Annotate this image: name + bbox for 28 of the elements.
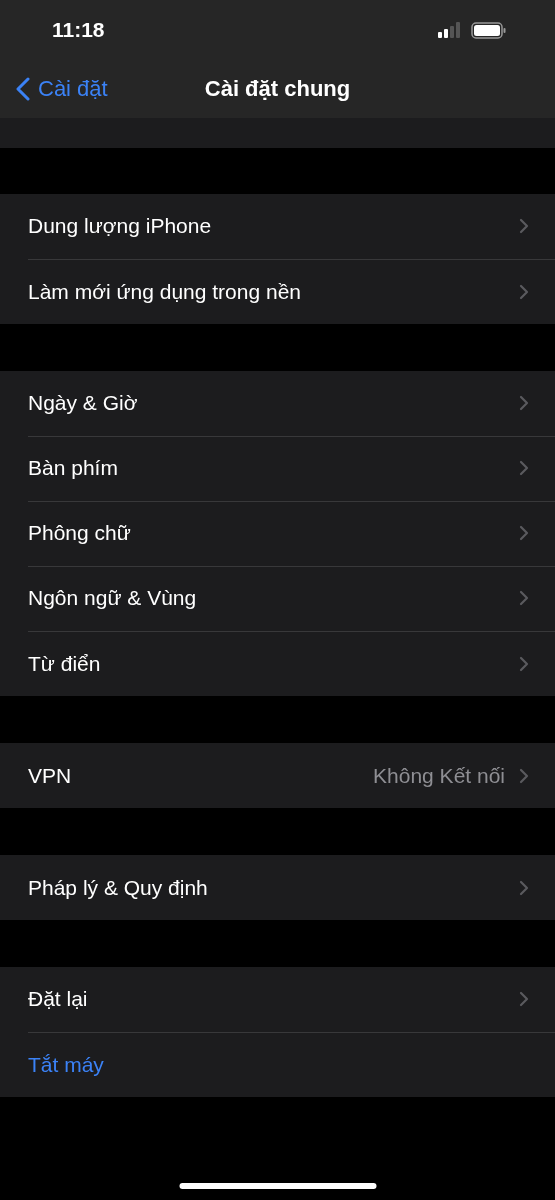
chevron-icon [519, 218, 529, 234]
chevron-icon [519, 590, 529, 606]
settings-row-label[interactable]: Dung lượng iPhone [28, 214, 212, 238]
chevron-left-icon [16, 77, 30, 101]
chevron-icon [519, 655, 529, 672]
chevron-icon [519, 767, 529, 784]
settings-row-label[interactable]: Phông chữ [28, 521, 131, 545]
battery-icon [471, 21, 507, 39]
row-value: Không Kết nối [373, 763, 505, 788]
screen-title: Cài đặt chung [204, 76, 351, 102]
settings-row-label[interactable]: Đặt lại [28, 987, 88, 1011]
settings-row-label[interactable]: VPN [28, 763, 72, 788]
settings-row-label[interactable]: Từ điển [28, 651, 101, 676]
signal-icon [438, 22, 462, 38]
settings-row-label[interactable]: Làm mới ứng dụng trong nền [28, 279, 301, 304]
status-time: 11:18 [52, 18, 105, 42]
chevron-icon [519, 525, 529, 541]
chevron-icon [519, 283, 529, 300]
back-button[interactable]: Cài đặt [0, 76, 108, 102]
chevron-icon [519, 991, 529, 1007]
settings-row-label[interactable]: Bàn phím [28, 456, 118, 480]
settings-row-label[interactable]: Ngôn ngữ & Vùng [28, 586, 197, 610]
chevron-icon [519, 460, 529, 476]
settings-row-label[interactable]: Ngày & Giờ [28, 391, 138, 415]
chevron-icon [519, 879, 529, 896]
settings-row-label[interactable]: Pháp lý & Quy định [28, 875, 208, 900]
chevron-icon [519, 395, 529, 411]
action-link[interactable]: Tắt máy [28, 1052, 104, 1077]
